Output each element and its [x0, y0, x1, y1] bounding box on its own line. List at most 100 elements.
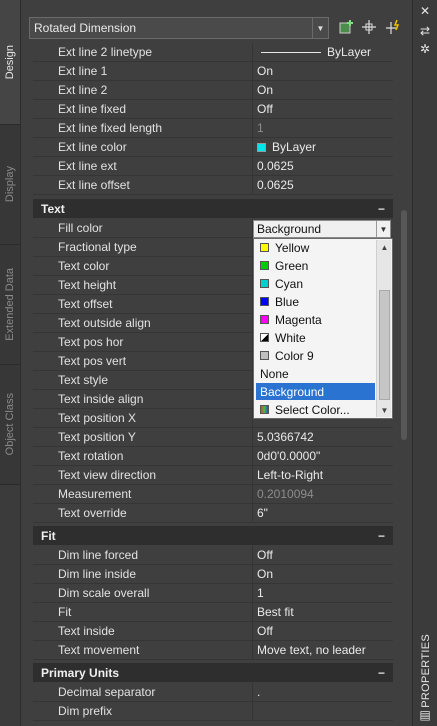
row-label: Text view direction — [33, 466, 253, 484]
row-value[interactable]: Off — [253, 548, 393, 562]
scroll-thumb[interactable] — [379, 290, 390, 400]
collapse-icon[interactable]: − — [378, 666, 385, 680]
collapse-icon[interactable]: − — [378, 202, 385, 216]
row-label: Ext line 1 — [33, 62, 253, 80]
row-label: Text pos vert — [33, 352, 253, 370]
option-select-color[interactable]: Select Color... — [256, 401, 375, 418]
row-label: Text height — [33, 276, 253, 294]
row-ext-line-fixed-length[interactable]: Ext line fixed length 1 — [33, 119, 393, 138]
row-value: 0.2010094 — [257, 487, 314, 501]
row-label: Text inside align — [33, 390, 253, 408]
row-value[interactable]: On — [253, 83, 393, 97]
row-value[interactable]: ByLayer — [253, 140, 393, 154]
option-label: Magenta — [275, 312, 322, 327]
tab-extended-data[interactable]: Extended Data — [0, 245, 20, 365]
row-value[interactable]: Off — [253, 624, 393, 638]
fill-color-combo[interactable]: Background ▼ — [253, 220, 391, 238]
option-background[interactable]: Background — [256, 383, 375, 400]
row-decimal-separator[interactable]: Decimal separator. — [33, 683, 393, 702]
option-white[interactable]: White — [256, 329, 375, 346]
row-value[interactable]: 5.0366742 — [253, 430, 393, 444]
chevron-down-icon[interactable]: ▼ — [376, 221, 390, 237]
row-ext-line-offset[interactable]: Ext line offset 0.0625 — [33, 176, 393, 195]
row-value[interactable]: 1 — [253, 586, 393, 600]
row-label: Decimal separator — [33, 683, 253, 701]
row-value[interactable]: Off — [253, 102, 393, 116]
fill-color-dropdown: Yellow Green Cyan Blue Magenta White Col… — [253, 238, 393, 419]
row-value[interactable]: On — [253, 64, 393, 78]
option-magenta[interactable]: Magenta — [256, 311, 375, 328]
add-to-selection-icon[interactable] — [337, 17, 357, 37]
quick-select-icon[interactable] — [383, 17, 403, 37]
tab-display-label: Display — [4, 166, 16, 203]
row-text-rotation[interactable]: Text rotation 0d0'0.0000" — [33, 447, 393, 466]
option-label: White — [275, 330, 306, 345]
row-label: Ext line color — [33, 138, 253, 156]
row-text-override[interactable]: Text override 6" — [33, 504, 393, 523]
select-objects-icon[interactable] — [359, 17, 379, 37]
row-dim-line-inside[interactable]: Dim line inside On — [33, 565, 393, 584]
row-ext-line-fixed[interactable]: Ext line fixed Off — [33, 100, 393, 119]
row-text-view-direction[interactable]: Text view direction Left-to-Right — [33, 466, 393, 485]
tab-object-class[interactable]: Object Class — [0, 365, 20, 485]
row-fit[interactable]: Fit Best fit — [33, 603, 393, 622]
row-value[interactable]: . — [253, 685, 393, 699]
object-type-select[interactable]: Rotated Dimension ▼ — [29, 17, 329, 39]
row-text-inside[interactable]: Text inside Off — [33, 622, 393, 641]
properties-panel: Rotated Dimension ▼ Ext line 2 linetype … — [20, 0, 413, 726]
option-label: Yellow — [275, 240, 310, 255]
close-icon[interactable]: ✕ — [418, 4, 432, 18]
row-dim-scale-overall[interactable]: Dim scale overall 1 — [33, 584, 393, 603]
section-title: Primary Units — [41, 665, 120, 680]
row-label: Text rotation — [33, 447, 253, 465]
scroll-up-icon[interactable]: ▲ — [377, 240, 392, 254]
option-color-9[interactable]: Color 9 — [256, 347, 375, 364]
row-value[interactable]: Left-to-Right — [253, 468, 393, 482]
row-value[interactable]: On — [253, 567, 393, 581]
row-label: Text pos hor — [33, 333, 253, 351]
row-value-text: ByLayer — [272, 140, 317, 154]
row-ext-line-2[interactable]: Ext line 2 On — [33, 81, 393, 100]
row-value[interactable]: 6" — [253, 506, 393, 520]
row-ext-line-2-linetype[interactable]: Ext line 2 linetype ByLayer — [33, 43, 393, 62]
row-label: Dim scale overall — [33, 584, 253, 602]
row-value[interactable]: Best fit — [253, 605, 393, 619]
tab-design[interactable]: Design — [0, 0, 20, 125]
row-text-position-y[interactable]: Text position Y 5.0366742 — [33, 428, 393, 447]
fill-color-value: Background — [257, 222, 322, 236]
row-value[interactable]: 0.0625 — [253, 159, 393, 173]
row-ext-line-1[interactable]: Ext line 1 On — [33, 62, 393, 81]
collapse-icon[interactable]: − — [378, 529, 385, 543]
row-label: Text offset — [33, 295, 253, 313]
section-fit[interactable]: Fit − — [33, 526, 393, 545]
panel-scrollbar[interactable] — [401, 210, 407, 440]
row-ext-line-color[interactable]: Ext line color ByLayer — [33, 138, 393, 157]
option-cyan[interactable]: Cyan — [256, 275, 375, 292]
settings-icon[interactable]: ✲ — [418, 42, 432, 56]
row-dim-line-forced[interactable]: Dim line forced Off — [33, 546, 393, 565]
row-label: Fill color — [33, 219, 253, 237]
scroll-down-icon[interactable]: ▼ — [377, 403, 392, 417]
row-value[interactable]: Move text, no leader — [253, 643, 393, 657]
section-primary-units[interactable]: Primary Units − — [33, 663, 393, 682]
option-green[interactable]: Green — [256, 257, 375, 274]
row-label: Fit — [33, 603, 253, 621]
row-ext-line-ext[interactable]: Ext line ext 0.0625 — [33, 157, 393, 176]
section-text[interactable]: Text − — [33, 199, 393, 218]
properties-icon[interactable]: ▤ — [418, 708, 432, 722]
option-label: Cyan — [275, 276, 304, 291]
row-dim-prefix[interactable]: Dim prefix — [33, 702, 393, 721]
row-text-movement[interactable]: Text movement Move text, no leader — [33, 641, 393, 660]
color-swatch — [260, 297, 269, 306]
option-yellow[interactable]: Yellow — [256, 239, 375, 256]
auto-hide-icon[interactable]: ⇄ — [418, 24, 432, 38]
row-value[interactable]: ByLayer — [253, 45, 393, 59]
option-blue[interactable]: Blue — [256, 293, 375, 310]
tab-display[interactable]: Display — [0, 125, 20, 245]
chevron-down-icon[interactable]: ▼ — [312, 18, 328, 38]
dropdown-scrollbar[interactable]: ▲ ▼ — [376, 240, 391, 417]
row-value[interactable]: 0d0'0.0000" — [253, 449, 393, 463]
row-value[interactable]: 0.0625 — [253, 178, 393, 192]
option-none[interactable]: None — [256, 365, 375, 382]
row-measurement[interactable]: Measurement 0.2010094 — [33, 485, 393, 504]
